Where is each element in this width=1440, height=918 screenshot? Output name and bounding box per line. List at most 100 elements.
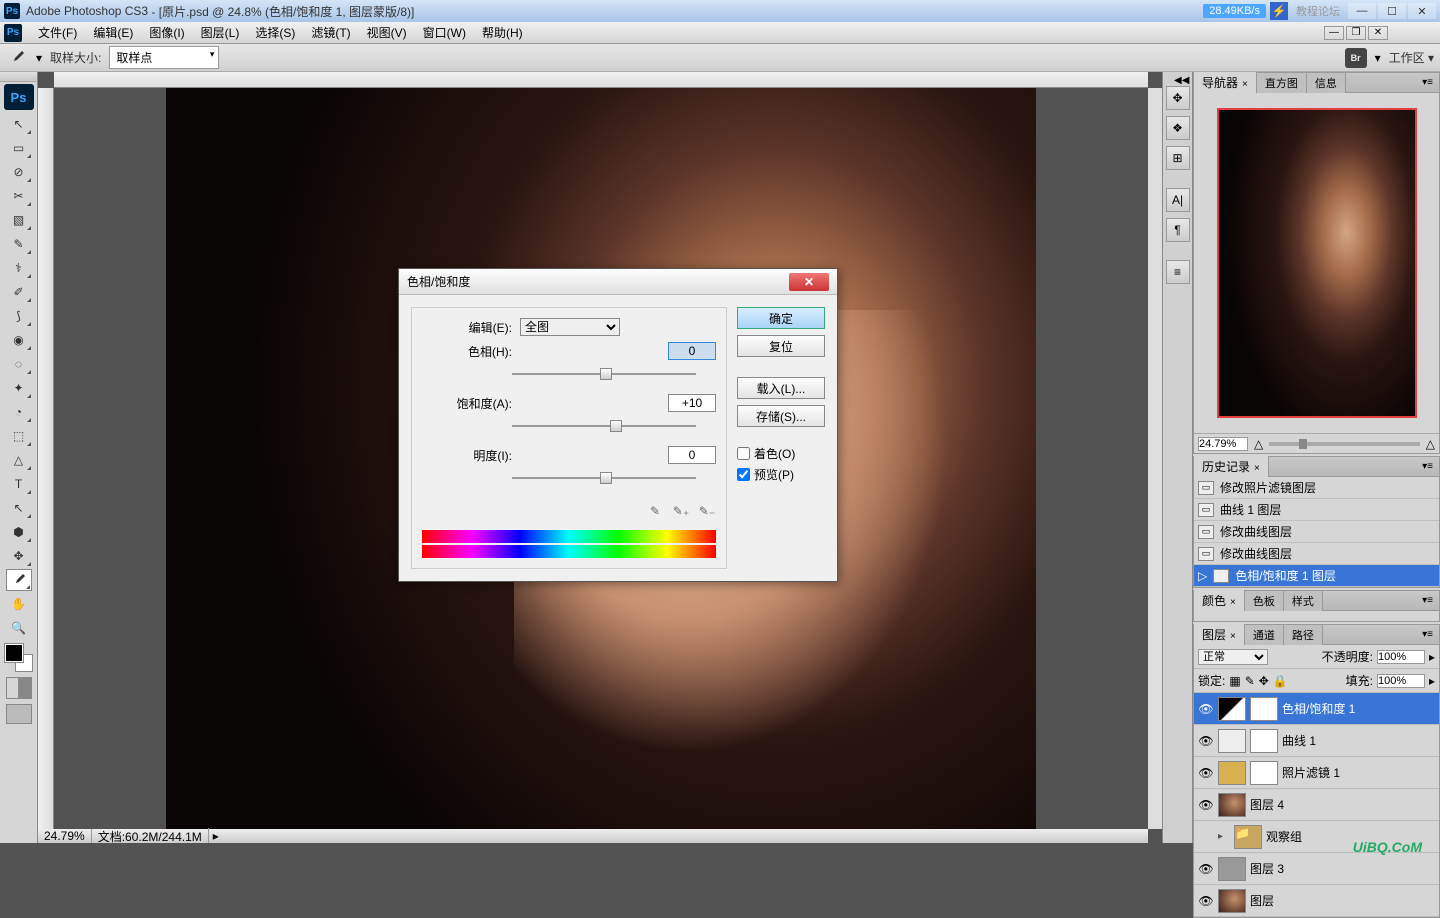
history-item-selected[interactable]: ▷▭色相/饱和度 1 图层 [1194,565,1439,587]
dialog-close-button[interactable]: ✕ [789,273,829,291]
chevron-icon[interactable]: ▸ [1429,674,1435,688]
dock-icon-6[interactable]: ≡ [1166,260,1190,284]
pen-tool[interactable]: △ [6,449,32,471]
layer-row[interactable]: 👁图层 [1194,885,1439,917]
colorize-checkbox[interactable]: 着色(O) [737,445,825,462]
zoom-out-icon[interactable]: △ [1254,437,1263,451]
tab-swatches[interactable]: 色板 [1245,591,1284,611]
panel-menu-icon[interactable]: ▾≡ [1416,629,1439,640]
eraser-tool[interactable]: ◌ [6,353,32,375]
tab-navigator[interactable]: 导航器× [1194,72,1257,93]
menu-layer[interactable]: 图层(L) [193,22,248,43]
lock-pixels-icon[interactable]: ✎ [1245,674,1255,688]
color-swatch[interactable] [5,644,33,672]
eyedropper-icon[interactable] [6,47,28,69]
dock-icon-1[interactable]: ✥ [1166,86,1190,110]
zoom-in-icon[interactable]: △ [1426,437,1435,451]
tab-history[interactable]: 历史记录× [1194,456,1269,477]
dock-icon-4[interactable]: A| [1166,188,1190,212]
type-tool[interactable]: T [6,473,32,495]
visibility-icon[interactable]: 👁 [1198,702,1214,716]
visibility-icon[interactable]: 👁 [1198,862,1214,876]
ruler-vertical[interactable] [38,88,54,829]
menu-help[interactable]: 帮助(H) [474,22,531,43]
tab-channels[interactable]: 通道 [1245,625,1284,645]
navigator-zoom-input[interactable] [1198,437,1248,451]
layer-row[interactable]: 👁图层 3 [1194,853,1439,885]
reset-button[interactable]: 复位 [737,335,825,357]
lasso-tool[interactable]: ⊘ [6,161,32,183]
chevron-icon[interactable]: ▸ [1429,650,1435,664]
toolbox-grabber[interactable] [0,72,37,82]
lightness-input[interactable] [668,446,716,464]
hue-input[interactable] [668,342,716,360]
load-button[interactable]: 载入(L)... [737,377,825,399]
hand-tool[interactable]: ✋ [6,593,32,615]
edit-select[interactable]: 全图 [520,318,620,336]
shape-tool[interactable]: ⬢ [6,521,32,543]
hue-slider[interactable] [512,366,696,382]
opacity-input[interactable] [1377,650,1425,664]
blur-tool[interactable]: ◔ [6,401,32,423]
navigator-zoom-slider[interactable] [1269,442,1420,446]
lock-trans-icon[interactable]: ▦ [1229,674,1240,688]
layer-row[interactable]: 👁照片滤镜 1 [1194,757,1439,789]
menu-filter[interactable]: 滤镜(T) [303,22,358,43]
panel-menu-icon[interactable]: ▾≡ [1416,461,1439,472]
panel-menu-icon[interactable]: ▾≡ [1416,595,1439,606]
doc-info[interactable]: 文档:60.2M/244.1M [92,828,209,844]
marquee-tool[interactable]: ▭ [6,137,32,159]
eyedropper-add-icon[interactable]: ✎₊ [672,502,690,520]
ok-button[interactable]: 确定 [737,307,825,329]
eyedropper-subtract-icon[interactable]: ✎₋ [698,502,716,520]
crop-tool[interactable]: ▧ [6,209,32,231]
move-tool[interactable]: ↖ [6,113,32,135]
blend-mode-select[interactable]: 正常 [1198,649,1268,665]
tab-layers[interactable]: 图层× [1194,624,1245,645]
history-item[interactable]: ▭修改曲线图层 [1194,543,1439,565]
history-item[interactable]: ▭修改曲线图层 [1194,521,1439,543]
tab-color[interactable]: 颜色× [1194,590,1245,611]
lightness-slider[interactable] [512,470,696,486]
saturation-slider[interactable] [512,418,696,434]
notes-tool[interactable]: ✥ [6,545,32,567]
fill-input[interactable] [1377,674,1425,688]
doc-minimize-button[interactable]: — [1324,26,1344,40]
collapse-icon[interactable]: ◀◀ [1174,75,1189,86]
minimize-button[interactable]: — [1348,3,1376,19]
save-button[interactable]: 存储(S)... [737,405,825,427]
bridge-icon[interactable]: Br [1345,48,1367,68]
lock-all-icon[interactable]: 🔒 [1273,674,1288,688]
visibility-icon[interactable]: 👁 [1198,734,1214,748]
folder-arrow-icon[interactable]: ▸ [1218,831,1230,842]
tab-styles[interactable]: 样式 [1284,591,1323,611]
panel-menu-icon[interactable]: ▾≡ [1416,77,1439,88]
eyedropper-tool[interactable]: ✎ [6,233,32,255]
visibility-icon[interactable]: 👁 [1198,766,1214,780]
doc-restore-button[interactable]: ❐ [1346,26,1366,40]
eyedropper-tool-active[interactable] [6,569,32,591]
dock-icon-5[interactable]: ¶ [1166,218,1190,242]
workspace-dropdown[interactable]: 工作区 ▾ [1389,49,1434,66]
dock-icon-2[interactable]: ❖ [1166,116,1190,140]
chevron-right-icon[interactable]: ▸ [209,829,223,843]
preview-checkbox[interactable]: 预览(P) [737,466,825,483]
history-item[interactable]: ▭曲线 1 图层 [1194,499,1439,521]
layer-row[interactable]: 👁曲线 1 [1194,725,1439,757]
layer-row[interactable]: 👁图层 4 [1194,789,1439,821]
history-item[interactable]: ▭修改照片滤镜图层 [1194,477,1439,499]
menu-view[interactable]: 视图(V) [359,22,415,43]
brush-tool[interactable]: ✐ [6,281,32,303]
sample-size-dropdown[interactable]: 取样点 [109,46,219,69]
menu-select[interactable]: 选择(S) [247,22,303,43]
menu-file[interactable]: 文件(F) [30,22,85,43]
zoom-tool[interactable]: 🔍 [6,617,32,639]
tab-histogram[interactable]: 直方图 [1257,73,1307,93]
maximize-button[interactable]: ☐ [1378,3,1406,19]
menu-window[interactable]: 窗口(W) [415,22,474,43]
zoom-readout[interactable]: 24.79% [38,829,92,843]
lock-pos-icon[interactable]: ✥ [1259,674,1269,688]
gradient-tool[interactable]: ✦ [6,377,32,399]
tab-info[interactable]: 信息 [1307,73,1346,93]
close-window-button[interactable]: ✕ [1408,3,1436,19]
